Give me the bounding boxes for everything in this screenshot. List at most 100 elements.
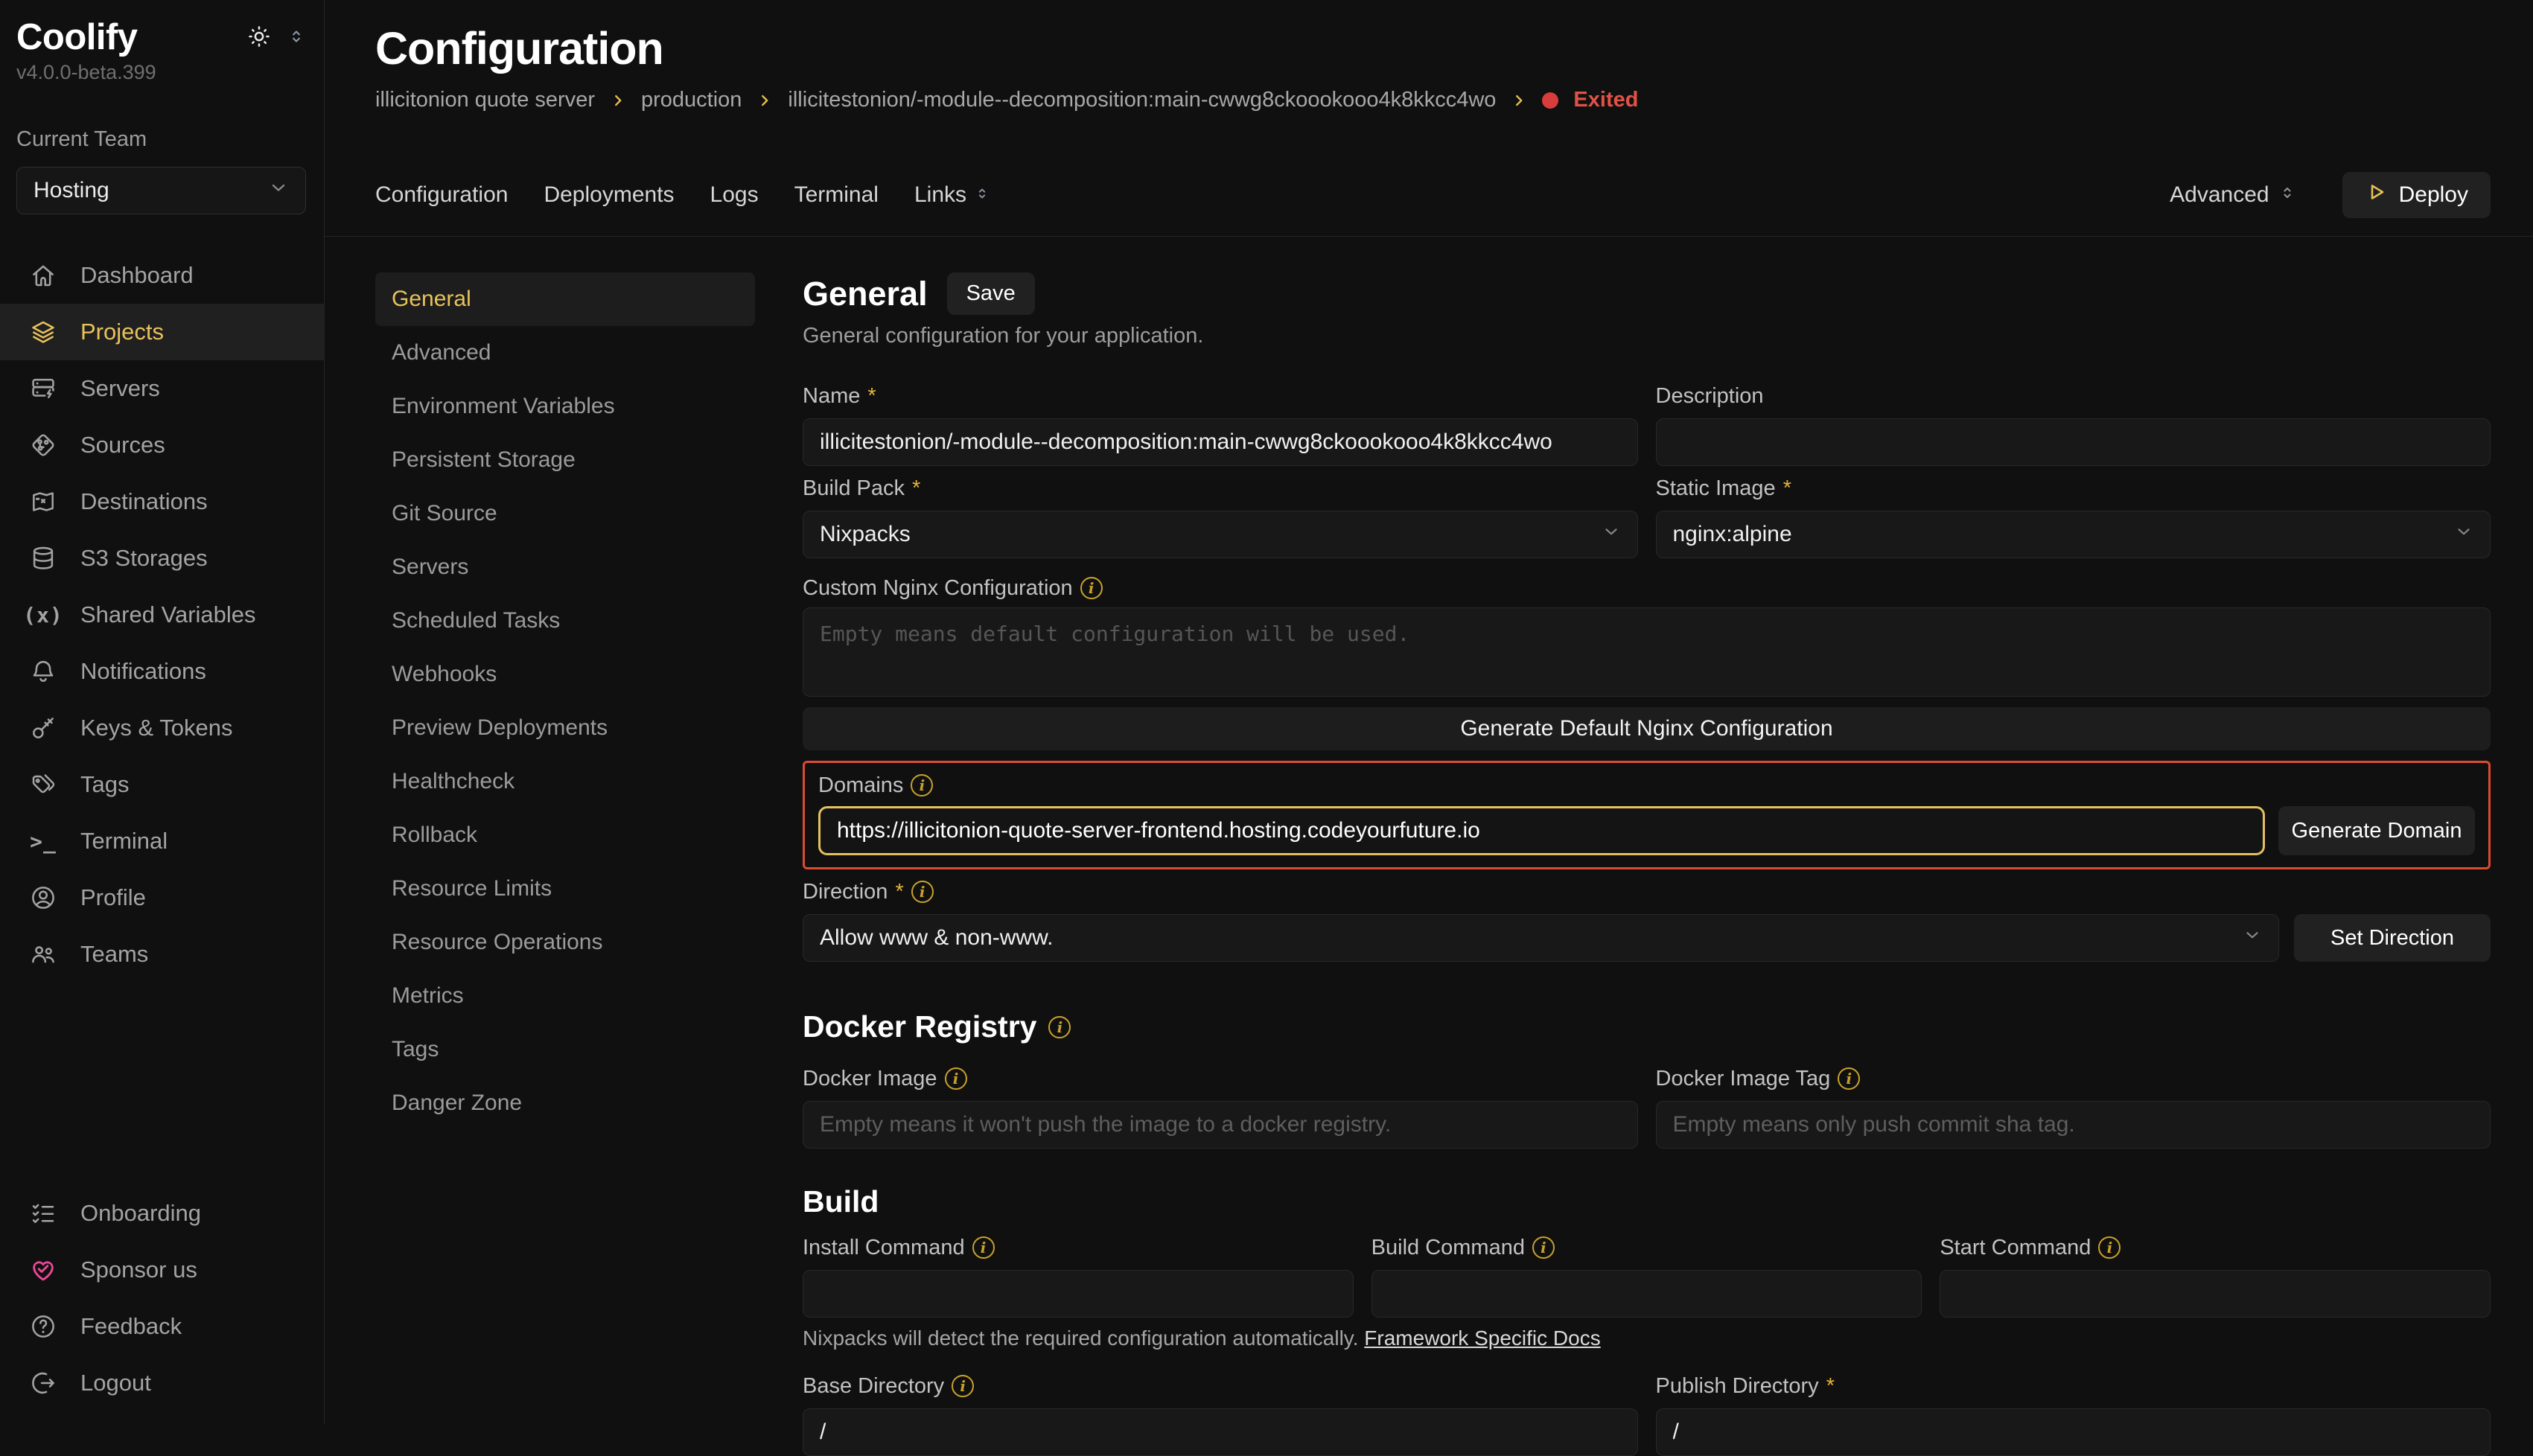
sidebar-item-feedback[interactable]: Feedback <box>0 1298 324 1355</box>
sidebar-item-label: Notifications <box>80 658 206 685</box>
publish-directory-input[interactable] <box>1656 1408 2491 1456</box>
sidebar-item-keys-tokens[interactable]: Keys & Tokens <box>0 700 324 756</box>
tab-terminal[interactable]: Terminal <box>794 182 879 208</box>
subnav-item-metrics[interactable]: Metrics <box>375 969 755 1023</box>
framework-docs-link[interactable]: Framework Specific Docs <box>1364 1326 1600 1350</box>
sidebar-footer-nav: Onboarding Sponsor us Fe <box>0 1185 324 1411</box>
field-build-pack: Build Pack* Nixpacks <box>803 475 1638 558</box>
breadcrumb: illicitonion quote server production ill… <box>375 88 2491 112</box>
save-button[interactable]: Save <box>947 272 1035 315</box>
build-pack-select[interactable]: Nixpacks <box>803 511 1638 558</box>
sidebar-item-destinations[interactable]: Destinations <box>0 473 324 530</box>
sidebar-item-onboarding[interactable]: Onboarding <box>0 1185 324 1242</box>
set-direction-button[interactable]: Set Direction <box>2294 914 2491 962</box>
sidebar-item-label: Logout <box>80 1370 151 1396</box>
sidebar-item-logout[interactable]: Logout <box>0 1355 324 1411</box>
info-icon[interactable]: i <box>1838 1067 1860 1090</box>
breadcrumb-application[interactable]: illicitestonion/-module--decomposition:m… <box>788 88 1496 112</box>
subnav-item-servers[interactable]: Servers <box>375 540 755 594</box>
info-icon[interactable]: i <box>911 881 934 903</box>
subnav-item-preview-deployments[interactable]: Preview Deployments <box>375 701 755 755</box>
info-icon[interactable]: i <box>1048 1016 1071 1038</box>
start-command-input[interactable] <box>1940 1270 2491 1318</box>
tab-configuration[interactable]: Configuration <box>375 182 508 208</box>
tab-links[interactable]: Links <box>914 182 990 208</box>
field-publish-directory: Publish Directory* <box>1656 1373 2491 1456</box>
build-command-input[interactable] <box>1371 1270 1922 1318</box>
chevron-right-icon <box>610 92 626 109</box>
custom-nginx-textarea[interactable] <box>803 607 2491 697</box>
chevron-right-icon <box>756 92 773 109</box>
sidebar-item-terminal[interactable]: >_ Terminal <box>0 813 324 869</box>
subnav-item-tags[interactable]: Tags <box>375 1023 755 1076</box>
field-direction: Direction* i Allow www & non-www. Set Di… <box>803 878 2491 962</box>
field-docker-image-tag: Docker Image Tagi <box>1656 1065 2491 1149</box>
advanced-dropdown[interactable]: Advanced <box>2170 182 2295 208</box>
sidebar-item-tags[interactable]: Tags <box>0 756 324 813</box>
direction-select[interactable]: Allow www & non-www. <box>803 914 2279 962</box>
users-icon <box>28 939 58 969</box>
tab-logs[interactable]: Logs <box>710 182 759 208</box>
subnav-item-persistent-storage[interactable]: Persistent Storage <box>375 433 755 487</box>
subnav-item-resource-limits[interactable]: Resource Limits <box>375 862 755 916</box>
sidebar-header: Coolify v4.0.0-beta.399 <box>0 0 324 214</box>
sidebar-collapse-icon[interactable] <box>287 27 306 46</box>
sidebar-item-sources[interactable]: Sources <box>0 417 324 473</box>
git-branch-icon <box>28 430 58 460</box>
name-input[interactable] <box>803 418 1638 466</box>
subnav-item-general[interactable]: General <box>375 272 755 326</box>
breadcrumb-environment[interactable]: production <box>641 88 742 112</box>
sidebar-nav: Dashboard Projects Serve <box>0 247 324 983</box>
team-select[interactable]: Hosting <box>16 167 306 214</box>
coolify-app: Coolify v4.0.0-beta.399 <box>0 0 2533 1425</box>
sidebar-item-shared-variables[interactable]: (x) Shared Variables <box>0 587 324 643</box>
sidebar-item-label: Dashboard <box>80 262 194 289</box>
chevron-down-icon <box>2243 925 2262 951</box>
base-directory-input[interactable] <box>803 1408 1638 1456</box>
static-image-select[interactable]: nginx:alpine <box>1656 511 2491 558</box>
info-icon[interactable]: i <box>2098 1236 2121 1259</box>
heart-hands-icon <box>28 1255 58 1285</box>
section-title-docker-registry: Docker Registry <box>803 1009 1036 1044</box>
generate-domain-button[interactable]: Generate Domain <box>2278 806 2475 855</box>
subnav-item-resource-operations[interactable]: Resource Operations <box>375 916 755 969</box>
domains-input[interactable] <box>818 806 2265 855</box>
sidebar-item-projects[interactable]: Projects <box>0 304 324 360</box>
info-icon[interactable]: i <box>1532 1236 1555 1259</box>
breadcrumb-project[interactable]: illicitonion quote server <box>375 88 595 112</box>
subnav-item-advanced[interactable]: Advanced <box>375 326 755 380</box>
tab-deployments[interactable]: Deployments <box>544 182 674 208</box>
tags-icon <box>28 770 58 799</box>
sidebar-item-sponsor[interactable]: Sponsor us <box>0 1242 324 1298</box>
deploy-button[interactable]: Deploy <box>2342 172 2491 218</box>
theme-toggle-icon[interactable] <box>246 24 272 49</box>
user-circle-icon <box>28 883 58 913</box>
info-icon[interactable]: i <box>952 1375 974 1397</box>
description-input[interactable] <box>1656 418 2491 466</box>
app-logo[interactable]: Coolify <box>16 16 138 58</box>
generate-nginx-button[interactable]: Generate Default Nginx Configuration <box>803 707 2491 750</box>
docker-image-tag-input[interactable] <box>1656 1101 2491 1149</box>
terminal-icon: >_ <box>28 826 58 856</box>
info-icon[interactable]: i <box>945 1067 967 1090</box>
subnav-item-git-source[interactable]: Git Source <box>375 487 755 540</box>
subnav-item-danger-zone[interactable]: Danger Zone <box>375 1076 755 1130</box>
sidebar-item-notifications[interactable]: Notifications <box>0 643 324 700</box>
sidebar-item-profile[interactable]: Profile <box>0 869 324 926</box>
sidebar-item-servers[interactable]: Servers <box>0 360 324 417</box>
sidebar-item-dashboard[interactable]: Dashboard <box>0 247 324 304</box>
info-icon[interactable]: i <box>972 1236 995 1259</box>
sidebar-item-label: Terminal <box>80 828 168 855</box>
subnav-item-environment-variables[interactable]: Environment Variables <box>375 380 755 433</box>
subnav-item-scheduled-tasks[interactable]: Scheduled Tasks <box>375 594 755 648</box>
subnav-item-healthcheck[interactable]: Healthcheck <box>375 755 755 808</box>
subnav-item-rollback[interactable]: Rollback <box>375 808 755 862</box>
docker-image-input[interactable] <box>803 1101 1638 1149</box>
sidebar-item-teams[interactable]: Teams <box>0 926 324 983</box>
subnav-item-webhooks[interactable]: Webhooks <box>375 648 755 701</box>
sidebar-item-s3-storages[interactable]: S3 Storages <box>0 530 324 587</box>
install-command-input[interactable] <box>803 1270 1354 1318</box>
sidebar-item-label: Projects <box>80 319 164 345</box>
info-icon[interactable]: i <box>911 774 933 796</box>
info-icon[interactable]: i <box>1080 577 1103 599</box>
